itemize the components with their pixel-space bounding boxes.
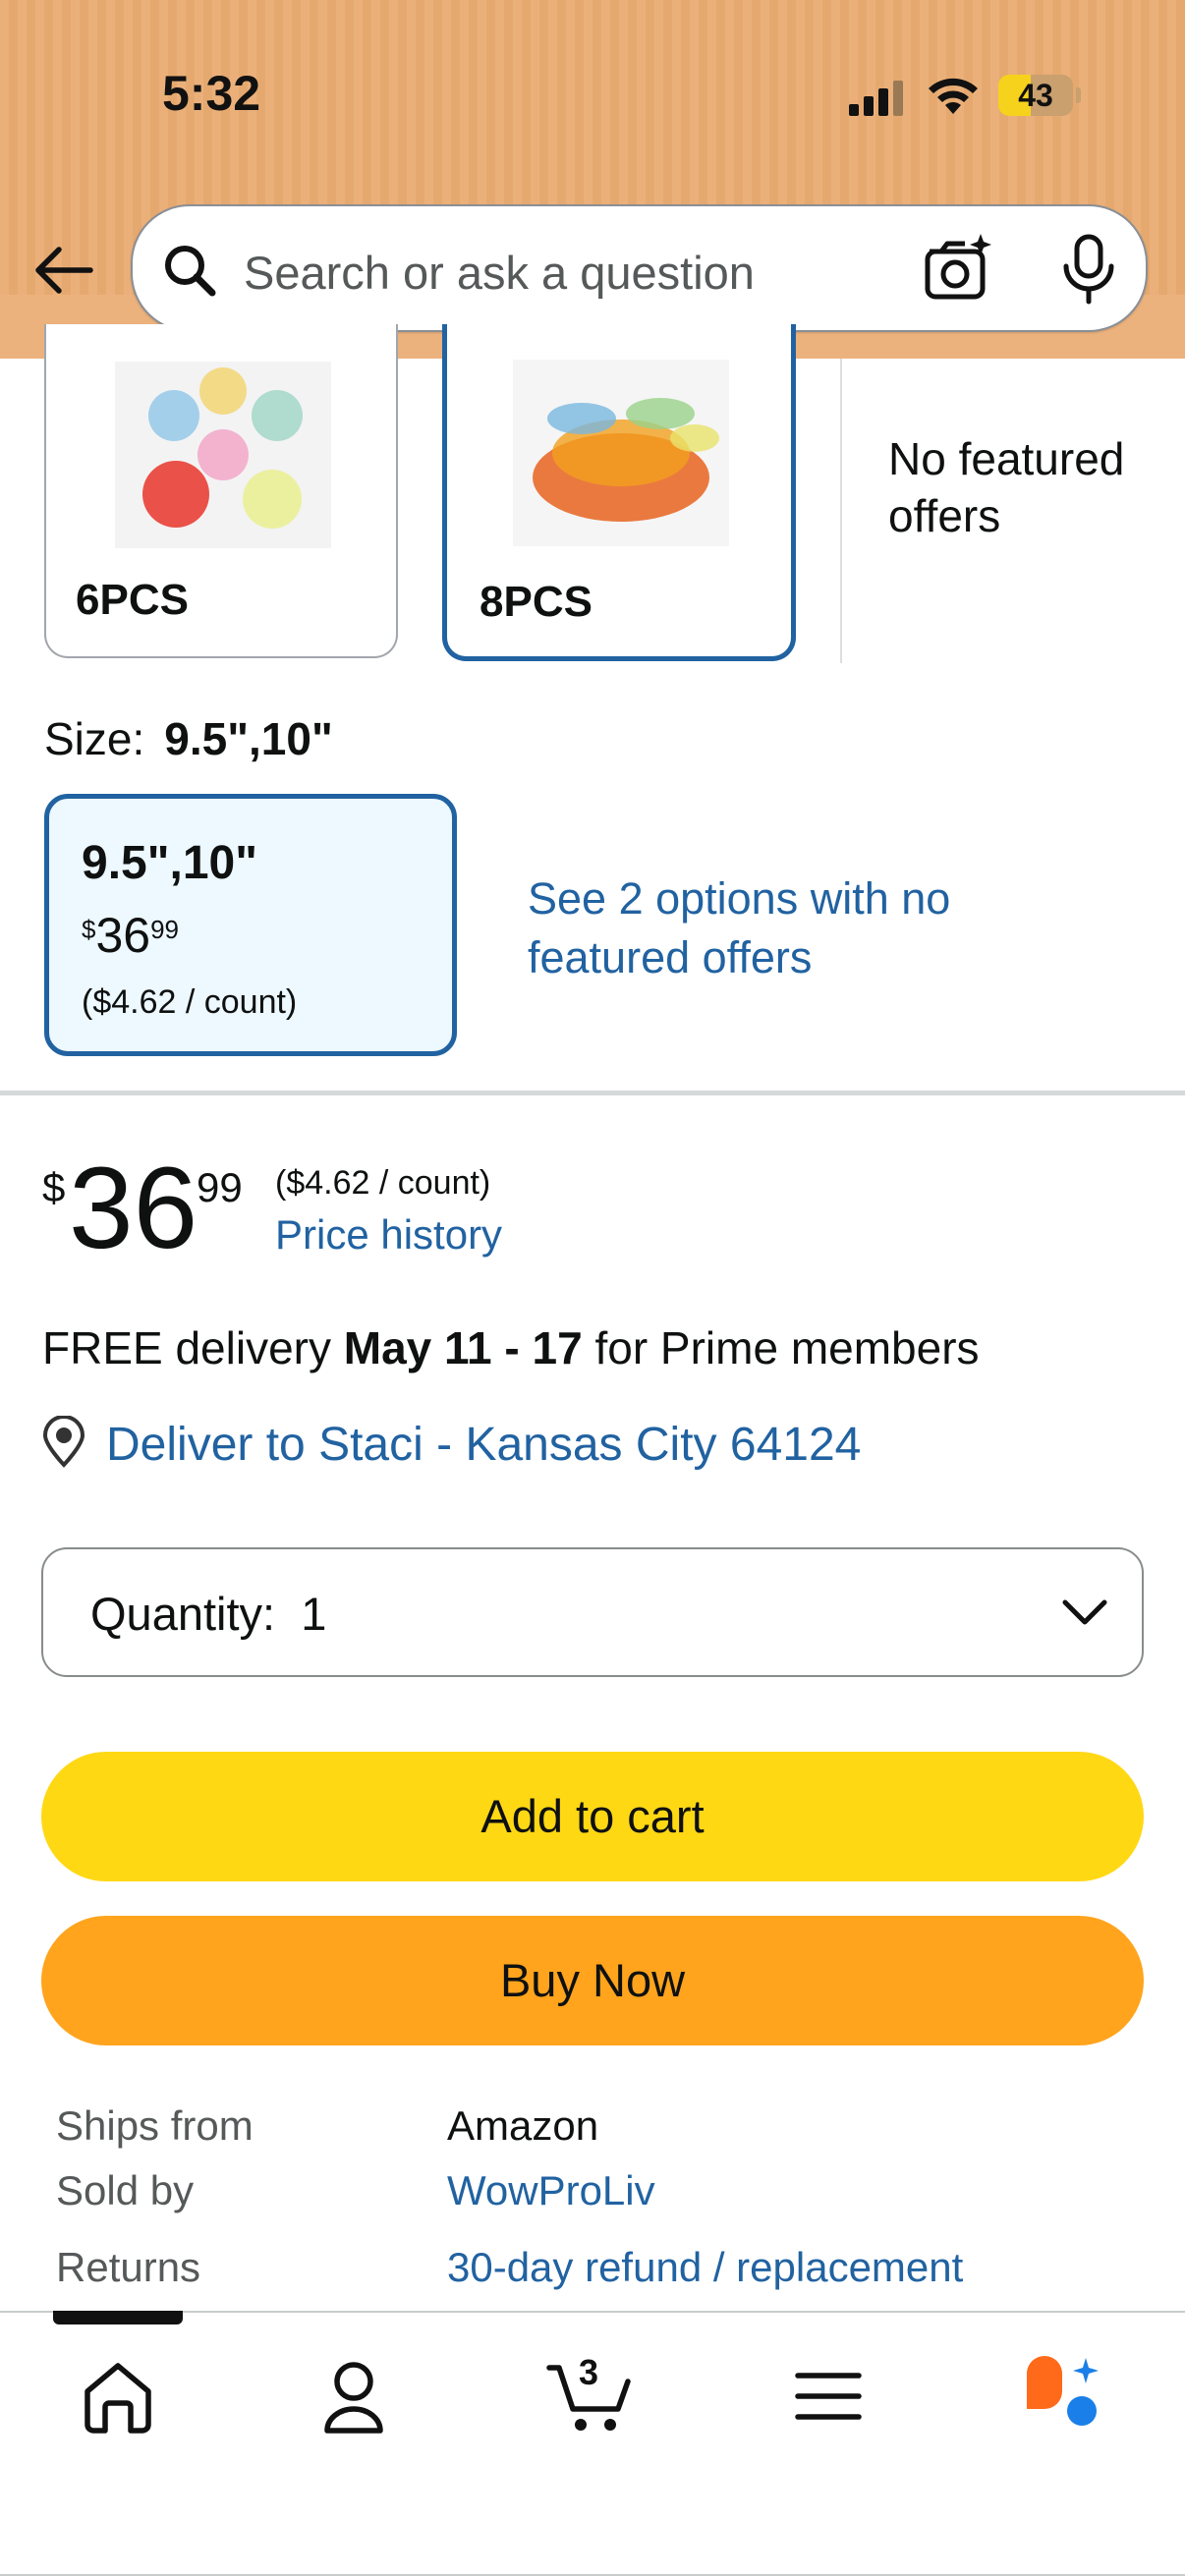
cellular-signal-icon [849, 81, 903, 116]
rufus-assistant-icon[interactable] [1017, 2352, 1105, 2440]
back-arrow-icon[interactable] [29, 236, 98, 305]
size-option-name: 9.5",10" [82, 837, 257, 889]
size-option-unit-price: ($4.62 / count) [82, 983, 298, 1021]
bottom-navigation: 3 [0, 2311, 1185, 2576]
product-thumbnail [115, 362, 331, 548]
delivery-dates: May 11 - 17 [343, 1322, 583, 1373]
search-bar[interactable]: Search or ask a question [131, 204, 1148, 332]
top-header: 5:32 43 Search or ask a question [0, 0, 1185, 359]
home-icon[interactable] [74, 2352, 162, 2440]
battery-icon: 43 [998, 75, 1081, 116]
ships-from-label: Ships from [56, 2102, 254, 2149]
size-option-price: $3699 [82, 908, 180, 963]
size-heading: Size: 9.5",10" [44, 712, 333, 765]
price-history-link[interactable]: Price history [275, 1211, 502, 1259]
quantity-label: Quantity: 1 [90, 1588, 327, 1640]
no-featured-offers-text: No featured offers [888, 433, 1125, 541]
sold-by-link[interactable]: WowProLiv [447, 2167, 655, 2214]
variant-label: 6PCS [76, 576, 189, 624]
price-fraction: 99 [197, 1164, 243, 1210]
status-time: 5:32 [162, 66, 261, 121]
delivery-info: FREE delivery May 11 - 17 for Prime memb… [42, 1322, 980, 1373]
size-selected-value: 9.5",10" [164, 713, 333, 764]
price-whole: 36 [69, 1144, 198, 1273]
sold-by-label: Sold by [56, 2167, 195, 2213]
cart-icon[interactable]: 3 [545, 2352, 634, 2440]
variant-tile-6pcs[interactable]: 6PCS [44, 324, 398, 658]
divider [840, 359, 842, 663]
account-icon[interactable] [310, 2352, 398, 2440]
buy-now-button[interactable]: Buy Now [41, 1916, 1144, 2045]
camera-lens-icon[interactable] [922, 232, 994, 305]
wifi-icon [929, 78, 978, 114]
add-to-cart-button[interactable]: Add to cart [41, 1752, 1144, 1881]
see-options-link[interactable]: See 2 options with no featured offers [528, 869, 1039, 987]
cart-count-badge: 3 [579, 2352, 599, 2392]
section-divider [0, 1091, 1185, 1095]
price-currency: $ [42, 1164, 66, 1210]
product-thumbnail [513, 360, 729, 546]
location-pin-icon [42, 1416, 85, 1468]
size-option-tile[interactable]: 9.5",10" $3699 ($4.62 / count) [44, 794, 457, 1056]
variant-label: 8PCS [480, 578, 592, 626]
chevron-down-icon [1062, 1599, 1107, 1625]
quantity-dropdown[interactable]: Quantity: 1 [41, 1547, 1144, 1677]
returns-label: Returns [56, 2244, 201, 2290]
search-icon [165, 246, 216, 297]
search-input[interactable]: Search or ask a question [244, 246, 755, 300]
variant-tile-8pcs[interactable]: 8PCS [442, 324, 796, 661]
active-tab-indicator [53, 2311, 183, 2324]
unit-price: ($4.62 / count) [275, 1164, 491, 1202]
battery-percent: 43 [1018, 78, 1053, 113]
deliver-to-link[interactable]: Deliver to Staci - Kansas City 64124 [106, 1418, 861, 1472]
size-label: Size: [44, 713, 145, 764]
ships-from-value: Amazon [447, 2102, 599, 2149]
quantity-value: 1 [301, 1588, 327, 1640]
returns-link[interactable]: 30-day refund / replacement [447, 2244, 963, 2291]
menu-icon[interactable] [784, 2352, 873, 2440]
microphone-icon[interactable] [1059, 234, 1118, 305]
